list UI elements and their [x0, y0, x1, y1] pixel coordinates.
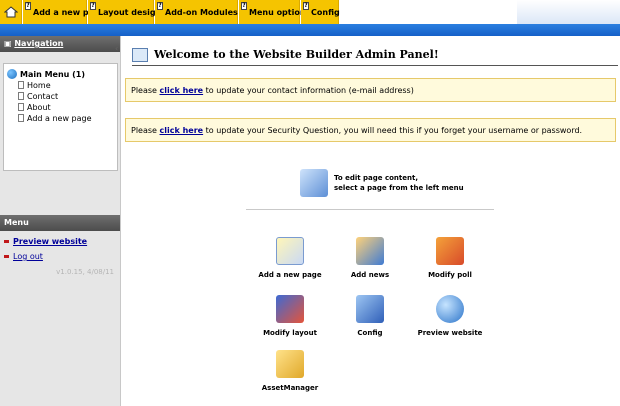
tile-label: Modify poll	[428, 271, 472, 279]
tile-label: Modify layout	[263, 329, 317, 337]
globe-icon	[7, 69, 17, 79]
page-icon	[18, 114, 24, 122]
modify-poll-tile[interactable]: Modify poll	[410, 237, 490, 279]
page-icon	[18, 103, 24, 111]
modify-poll-icon	[436, 237, 464, 265]
tree-item-label: Contact	[27, 91, 59, 101]
preview-website-link-text[interactable]: Preview website	[13, 237, 87, 246]
sidebar: ▣ Navigation Main Menu (1) Home Contact …	[0, 36, 121, 406]
home-button[interactable]	[0, 0, 22, 24]
menu-menu-options[interactable]: ? Menu options	[239, 0, 310, 24]
tree-item-label: Home	[27, 80, 51, 90]
contact-click-here-link[interactable]: click here	[160, 86, 204, 95]
collapse-sidebar-icon[interactable]: ‹	[115, 44, 118, 53]
tile-label: Config	[357, 329, 383, 337]
folder-icon	[276, 350, 304, 378]
version-label: v1.0.15, 4/08/11	[56, 268, 114, 276]
edit-tip: To edit page content, select a page from…	[300, 169, 464, 197]
edit-tip-line2: select a page from the left menu	[334, 184, 464, 192]
add-page-icon	[276, 237, 304, 265]
notice-prefix: Please	[131, 85, 157, 95]
tree-item-label: Add a new page	[27, 113, 92, 123]
help-icon[interactable]: ?	[25, 2, 31, 10]
page-icon	[18, 81, 24, 89]
tile-label: Preview website	[417, 329, 483, 337]
menu-label: Add-on Modules	[165, 7, 238, 17]
config-tile[interactable]: Config	[330, 295, 410, 337]
preview-website-tile[interactable]: Preview website	[410, 295, 490, 337]
page-title: Welcome to the Website Builder Admin Pan…	[154, 48, 439, 61]
header-blue-bar	[0, 24, 620, 36]
tree-item-label: About	[27, 102, 51, 112]
tree-root[interactable]: Main Menu (1)	[7, 69, 114, 79]
preview-website-link[interactable]: Preview website	[0, 237, 120, 246]
notice-prefix: Please	[131, 125, 157, 135]
tree-item-add-new-page[interactable]: Add a new page	[18, 113, 114, 123]
menu-label: Layout design	[98, 7, 162, 17]
tree-item-contact[interactable]: Contact	[18, 91, 114, 101]
bullet-icon	[4, 240, 9, 243]
notice-suffix: to update your contact information (e-ma…	[205, 85, 414, 95]
security-question-notice: Please click here to update your Securit…	[125, 118, 616, 142]
main-content: Welcome to the Website Builder Admin Pan…	[122, 36, 620, 406]
bullet-icon	[4, 255, 9, 258]
tree-item-home[interactable]: Home	[18, 80, 114, 90]
home-icon	[3, 6, 18, 18]
help-icon[interactable]: ?	[303, 2, 309, 10]
config-icon	[356, 295, 384, 323]
edit-tip-line1: To edit page content,	[334, 174, 418, 182]
contact-info-notice: Please click here to update your contact…	[125, 78, 616, 102]
notice-suffix: to update your Security Question, you wi…	[205, 125, 583, 135]
navigation-header[interactable]: ▣ Navigation	[0, 36, 120, 52]
security-click-here-link[interactable]: click here	[160, 126, 204, 135]
divider	[246, 209, 494, 210]
menu-label: Menu options	[249, 7, 311, 17]
edit-page-icon	[300, 169, 328, 197]
log-out-link[interactable]: Log out	[0, 252, 120, 261]
tile-label: AssetManager	[261, 384, 319, 392]
admin-panel-icon	[132, 47, 148, 62]
modify-layout-icon	[276, 295, 304, 323]
preview-website-icon	[436, 295, 464, 323]
navigation-tree: Main Menu (1) Home Contact About Add a n…	[3, 63, 118, 171]
tile-label: Add news	[350, 271, 390, 279]
menu-header: Menu	[0, 215, 120, 231]
help-icon[interactable]: ?	[90, 2, 96, 10]
add-news-tile[interactable]: Add news	[330, 237, 410, 279]
header-decoration	[517, 0, 620, 24]
add-news-icon	[356, 237, 384, 265]
welcome-header: Welcome to the Website Builder Admin Pan…	[132, 44, 618, 66]
menu-add-new-page[interactable]: ? Add a new page	[23, 0, 105, 24]
tree-item-about[interactable]: About	[18, 102, 114, 112]
tree-root-label: Main Menu (1)	[20, 69, 86, 79]
menu-layout-design[interactable]: ? Layout design	[88, 0, 161, 24]
tile-label: Add a new page	[258, 271, 322, 279]
menu-add-on-modules[interactable]: ? Add-on Modules	[155, 0, 238, 24]
log-out-link-text[interactable]: Log out	[13, 252, 43, 261]
asset-manager-tile[interactable]: AssetManager	[250, 350, 330, 392]
menu-config[interactable]: ? Config	[301, 0, 340, 24]
add-new-page-tile[interactable]: Add a new page	[250, 237, 330, 279]
help-icon[interactable]: ?	[241, 2, 247, 10]
navigation-icon: ▣	[4, 39, 15, 48]
modify-layout-tile[interactable]: Modify layout	[250, 295, 330, 337]
help-icon[interactable]: ?	[157, 2, 163, 10]
top-toolbar: ? Add a new page ? Layout design ? Add-o…	[0, 0, 620, 36]
page-icon	[18, 92, 24, 100]
